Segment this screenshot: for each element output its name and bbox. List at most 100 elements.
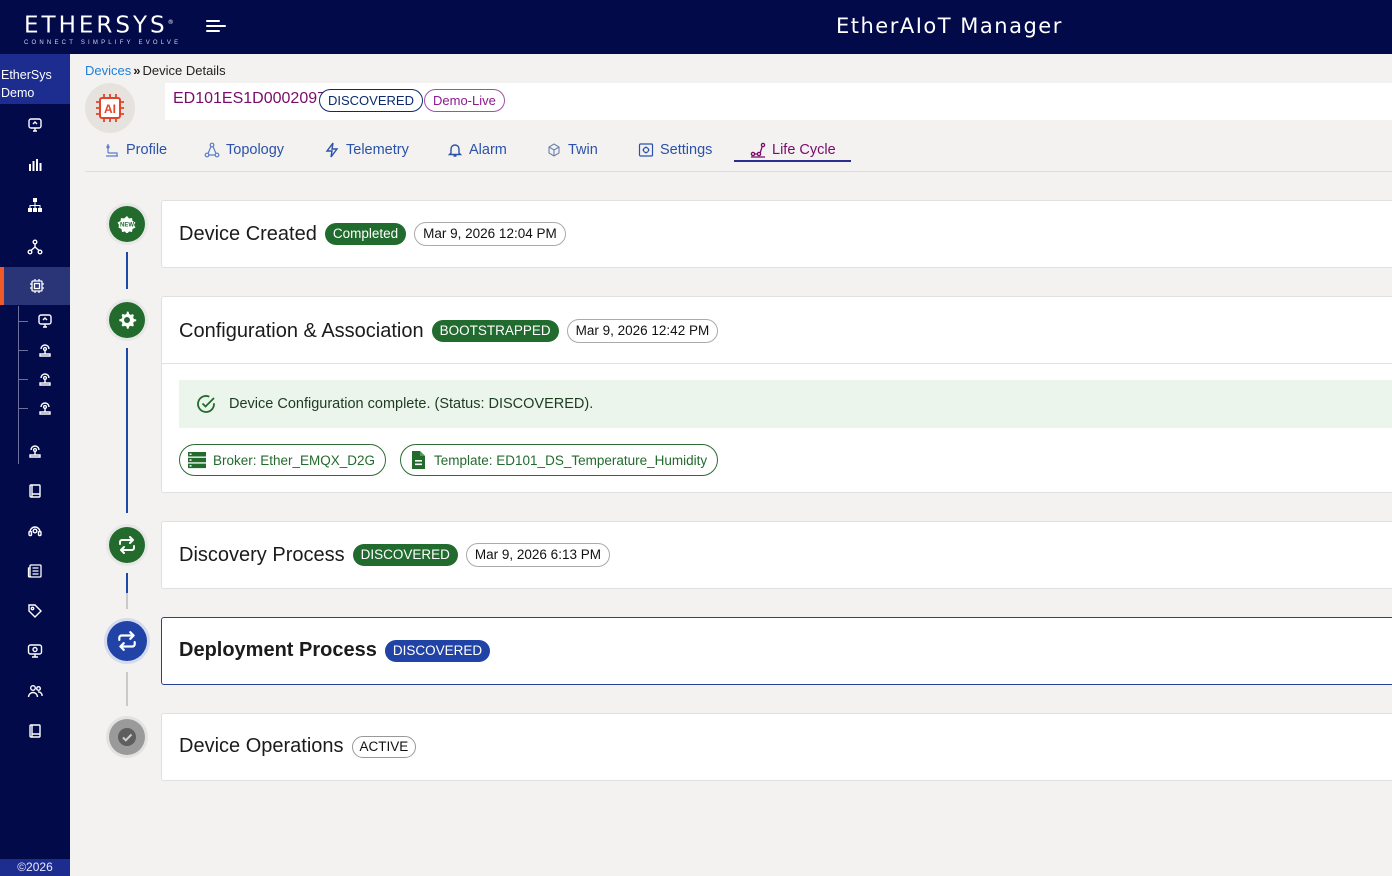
ai-chip-icon: AI: [96, 94, 124, 122]
sidebar-item-documents[interactable]: [0, 474, 70, 508]
status-badge: DISCOVERED: [384, 639, 491, 662]
breadcrumb-current: Device Details: [142, 63, 226, 78]
tab-label: Alarm: [469, 142, 507, 158]
device-avatar: AI: [85, 83, 135, 133]
status-badge: ACTIVE: [351, 735, 417, 758]
monitor-icon: [28, 118, 42, 132]
sidebar-item-docs[interactable]: [0, 714, 70, 748]
status-badge: BOOTSTRAPPED: [431, 320, 559, 342]
cube-icon: [548, 143, 560, 157]
registered-mark: ®: [167, 19, 177, 26]
check-circle-icon: [197, 395, 215, 413]
hierarchy-icon: [28, 198, 42, 212]
top-bar: ETHERSYS® CONNECT SIMPLIFY EVOLVE EtherA…: [0, 0, 1392, 54]
gateway-icon: [39, 373, 51, 386]
timeline-node-created: NEW: [109, 206, 145, 242]
tab-twin[interactable]: Twin: [546, 138, 598, 162]
timeline-connector-pending: [126, 672, 128, 706]
sidebar-item-support[interactable]: [0, 514, 70, 548]
new-badge-icon: NEW: [117, 216, 136, 233]
card-title: Deployment Process: [179, 639, 377, 661]
lifecycle-card-configuration: Configuration & Association BOOTSTRAPPED…: [161, 296, 1392, 493]
gateway-icon: [39, 402, 51, 415]
tab-settings[interactable]: Settings: [638, 138, 712, 162]
logo-text: ETHERSYS: [24, 12, 168, 39]
sidebar-item-devices[interactable]: [0, 267, 70, 305]
template-chip[interactable]: Template: ED101_DS_Temperature_Humidity: [400, 444, 719, 476]
bell-icon: [447, 144, 463, 157]
timeline-connector: [126, 348, 128, 513]
tab-label: Settings: [660, 142, 713, 158]
timeline-node-discovery: [109, 527, 145, 563]
card-divider: [162, 363, 1392, 364]
lifecycle-card-created: Device Created Completed Mar 9, 2026 12:…: [161, 200, 1392, 268]
book-icon: [29, 724, 41, 738]
document-icon: [412, 451, 425, 469]
device-header: ED101ES1D0002097 DISCOVERED Demo-Live: [165, 83, 1392, 120]
logo-tagline: CONNECT SIMPLIFY EVOLVE: [24, 39, 182, 46]
sidebar-item-analytics[interactable]: [0, 148, 70, 182]
topology-icon: [204, 142, 220, 158]
avatar-label: AI: [104, 102, 116, 116]
broker-chip[interactable]: Broker: Ether_EMQX_D2G: [179, 444, 387, 476]
tag-icon: [28, 604, 42, 618]
sidebar-item-gateways[interactable]: [0, 434, 70, 468]
timeline-connector-pending: [126, 593, 128, 609]
timeline-connector: [126, 252, 128, 289]
display-settings-icon: [27, 644, 43, 658]
tab-topology[interactable]: Topology: [204, 138, 284, 162]
profile-icon: [106, 144, 118, 157]
environment-badge: Demo-Live: [424, 89, 505, 112]
breadcrumb-separator: »: [133, 63, 141, 78]
bar-chart-icon: [29, 159, 42, 171]
monitor-icon: [38, 314, 52, 328]
status-badge: Completed: [324, 223, 407, 245]
sync-arrows-icon: [118, 631, 136, 651]
config-success-alert: Device Configuration complete. (Status: …: [179, 380, 1392, 428]
org-name[interactable]: EtherSys Demo: [0, 54, 70, 104]
sidebar-subitem-gateway-3[interactable]: [20, 391, 70, 425]
card-title: Discovery Process: [179, 543, 345, 566]
timestamp-chip: Mar 9, 2026 6:13 PM: [465, 543, 610, 567]
timeline-node-configuration: [109, 302, 145, 338]
server-icon: [188, 452, 206, 469]
settings-icon: [638, 143, 654, 157]
network-icon: [27, 239, 43, 255]
status-badge: DISCOVERED: [352, 544, 458, 566]
timeline-node-deployment: [107, 621, 147, 661]
gateway-icon: [29, 445, 41, 458]
newspaper-icon: [27, 564, 42, 578]
active-tab-indicator: [734, 160, 851, 162]
ethersys-logo[interactable]: ETHERSYS® CONNECT SIMPLIFY EVOLVE: [24, 10, 181, 46]
sidebar-item-hierarchy[interactable]: [0, 188, 70, 222]
org-name-line2: Demo: [1, 86, 35, 100]
tab-telemetry[interactable]: Telemetry: [324, 138, 409, 162]
lifecycle-icon: [750, 142, 766, 158]
gear-icon: [119, 311, 137, 329]
sidebar-item-display[interactable]: [0, 634, 70, 668]
breadcrumb-devices-link[interactable]: Devices: [85, 63, 131, 78]
sidebar-item-reports[interactable]: [0, 554, 70, 588]
book-icon: [29, 484, 41, 498]
lifecycle-card-deployment: Deployment Process DISCOVERED: [161, 617, 1392, 685]
timestamp-chip: Mar 9, 2026 12:04 PM: [414, 222, 566, 246]
breadcrumb: Devices» Device Details: [85, 63, 226, 78]
sidebar-item-dashboard[interactable]: [0, 108, 70, 142]
lightning-icon: [325, 142, 339, 158]
sidebar-item-tags[interactable]: [0, 594, 70, 628]
sync-arrows-icon: [119, 536, 135, 554]
sidebar-item-users[interactable]: [0, 674, 70, 708]
alert-message: Device Configuration complete. (Status: …: [229, 396, 594, 412]
tab-life-cycle[interactable]: Life Cycle: [750, 138, 836, 162]
app-title: EtherAIoT Manager: [836, 14, 1063, 38]
sidebar-item-network[interactable]: [0, 230, 70, 264]
gateway-icon: [39, 344, 51, 357]
lifecycle-card-operations: Device Operations ACTIVE: [161, 713, 1392, 781]
tab-alarm[interactable]: Alarm: [447, 138, 507, 162]
new-label: NEW: [120, 223, 134, 229]
tab-label: Profile: [126, 142, 168, 158]
device-tabs: Profile Topology Telemetry Alarm Twin Se…: [85, 138, 1392, 172]
tab-profile[interactable]: Profile: [104, 138, 167, 162]
timeline-node-operations: [109, 719, 145, 755]
menu-toggle-icon[interactable]: [206, 18, 226, 34]
